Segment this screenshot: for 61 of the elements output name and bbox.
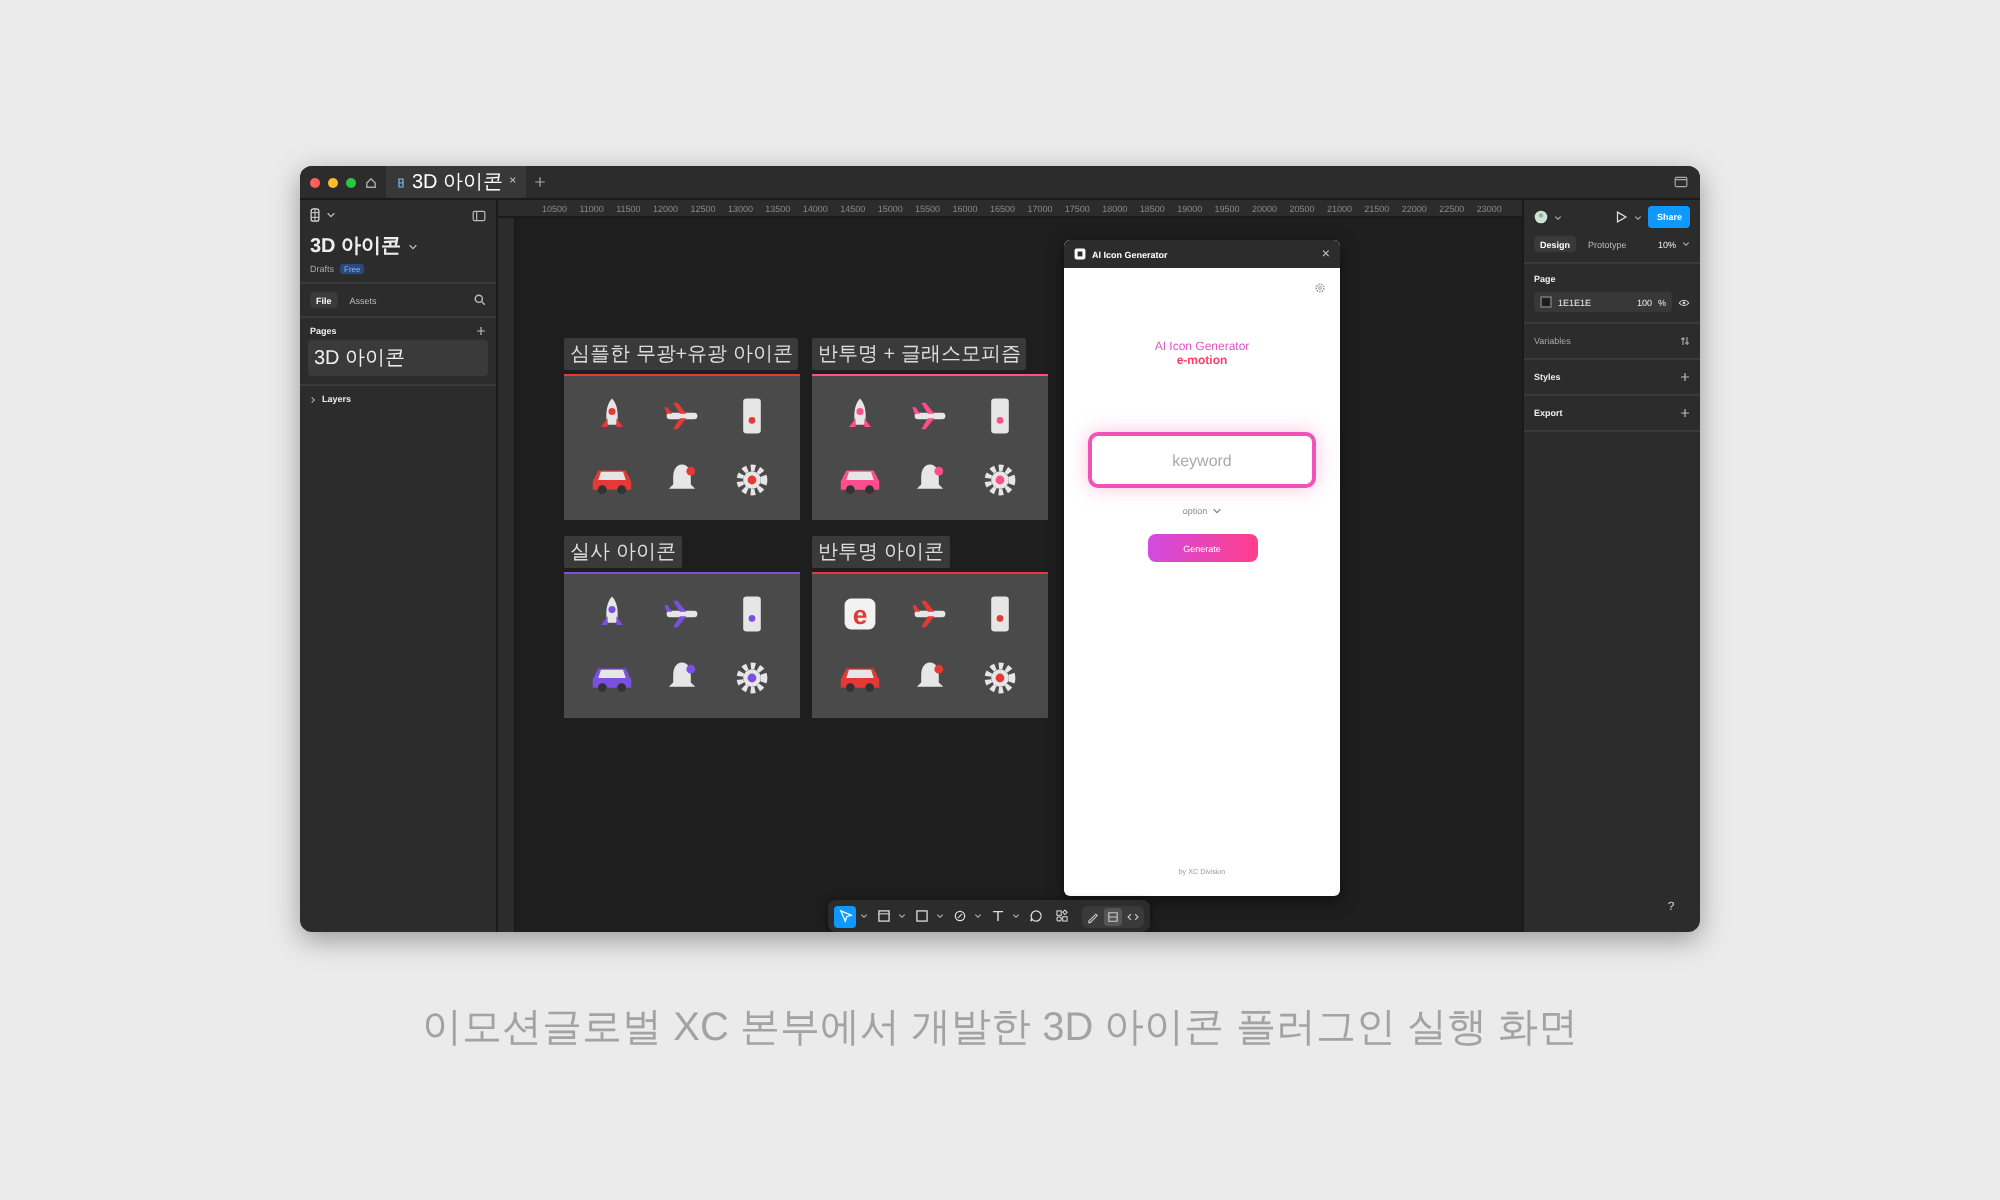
settings-icon[interactable]: [1314, 282, 1326, 294]
caret-icon[interactable]: [407, 241, 418, 251]
frame-icon: [875, 908, 891, 924]
tool-button[interactable]: [910, 905, 932, 927]
caret-icon[interactable]: [1682, 240, 1690, 248]
mode-toggle[interactable]: [1104, 907, 1122, 925]
car-icon: [838, 465, 882, 494]
car-icon: [590, 663, 634, 692]
color-swatch: [1540, 296, 1552, 308]
car-icon: [838, 663, 882, 692]
sidebar-toggle-icon[interactable]: [472, 209, 486, 221]
add-icon[interactable]: [476, 326, 486, 336]
frame-label[interactable]: 반투명 + 글래스모피즘: [812, 338, 1027, 370]
caret-icon[interactable]: [326, 210, 336, 220]
tool-button[interactable]: [1050, 905, 1072, 927]
caret-icon[interactable]: [936, 912, 944, 920]
grid-icon: [1053, 908, 1069, 924]
chevron-icon[interactable]: [310, 395, 316, 403]
file-icon: [396, 177, 406, 187]
rectangle-icon: [913, 908, 929, 924]
tool-button[interactable]: [834, 905, 856, 927]
plus-icon[interactable]: [534, 176, 547, 188]
play-icon[interactable]: [1614, 210, 1629, 224]
cursor-icon: [837, 908, 853, 924]
draw-mode-icon: [1086, 909, 1100, 923]
caret-icon[interactable]: [1012, 912, 1020, 920]
artboard[interactable]: [564, 572, 800, 718]
home-icon[interactable]: [364, 175, 378, 189]
artboard[interactable]: [564, 374, 800, 520]
plugin-icon: [1074, 248, 1086, 260]
add-icon[interactable]: [1680, 372, 1690, 382]
caret-icon[interactable]: [1554, 213, 1562, 221]
file-name[interactable]: 3D 아이콘: [310, 232, 402, 260]
caret-icon[interactable]: [860, 912, 868, 920]
page-item[interactable]: 3D 아이콘: [308, 340, 488, 376]
eye-icon[interactable]: [1678, 297, 1690, 307]
tab-label: 3D 아이콘: [412, 170, 504, 196]
caret-icon[interactable]: [898, 912, 906, 920]
search-icon[interactable]: [474, 294, 486, 306]
chevron-icon: [1211, 506, 1222, 516]
artboard[interactable]: e: [812, 572, 1048, 718]
avatar-icon[interactable]: [1534, 210, 1548, 224]
tool-button[interactable]: [1024, 905, 1046, 927]
frame-label[interactable]: 심플한 무광+유광 아이콘: [564, 338, 799, 370]
keyword-field[interactable]: keyword: [1088, 432, 1316, 488]
logo-icon[interactable]: [310, 208, 320, 222]
artboard[interactable]: [812, 374, 1048, 520]
tool-button[interactable]: [872, 905, 894, 927]
text-icon: [989, 908, 1005, 924]
frame-label[interactable]: 반투명 아이콘: [812, 536, 950, 568]
frame-label[interactable]: 실사 아이콘: [564, 536, 682, 568]
sliders-icon[interactable]: [1680, 336, 1690, 346]
dev-mode-icon: [1126, 909, 1140, 923]
add-icon[interactable]: [1680, 408, 1690, 418]
car-icon: [590, 465, 634, 494]
design-mode-icon: [1106, 909, 1120, 923]
comment-icon: [1027, 908, 1043, 924]
caption: 이모션글로벌 XC 본부에서 개발한 3D 아이콘 플러그인 실행 화면: [422, 1004, 1578, 1054]
caret-icon[interactable]: [974, 912, 982, 920]
caret-icon[interactable]: [1634, 213, 1643, 221]
window-layout-icon[interactable]: [1674, 176, 1688, 188]
